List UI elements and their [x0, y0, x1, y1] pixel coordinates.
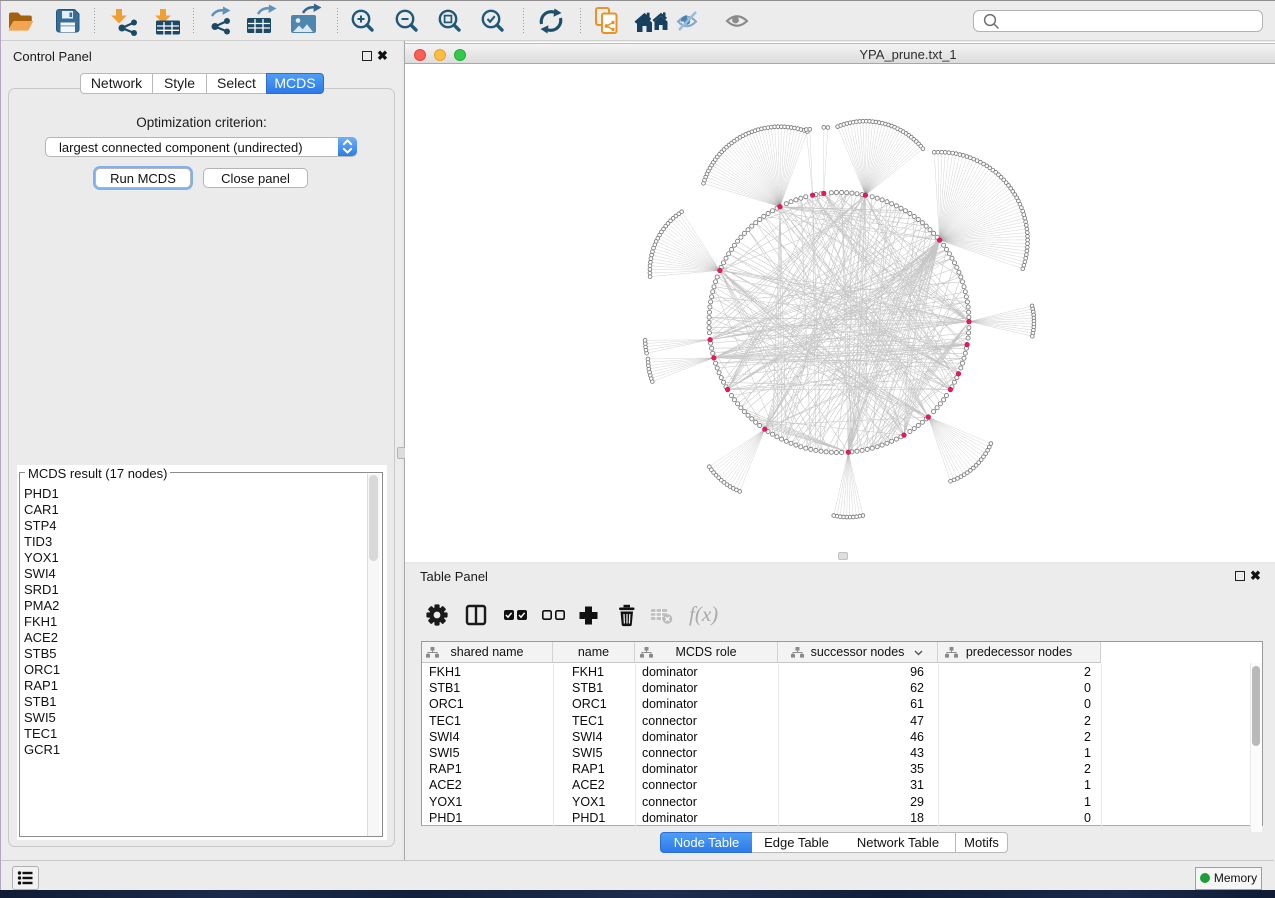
- svg-text:f(x): f(x): [689, 602, 718, 626]
